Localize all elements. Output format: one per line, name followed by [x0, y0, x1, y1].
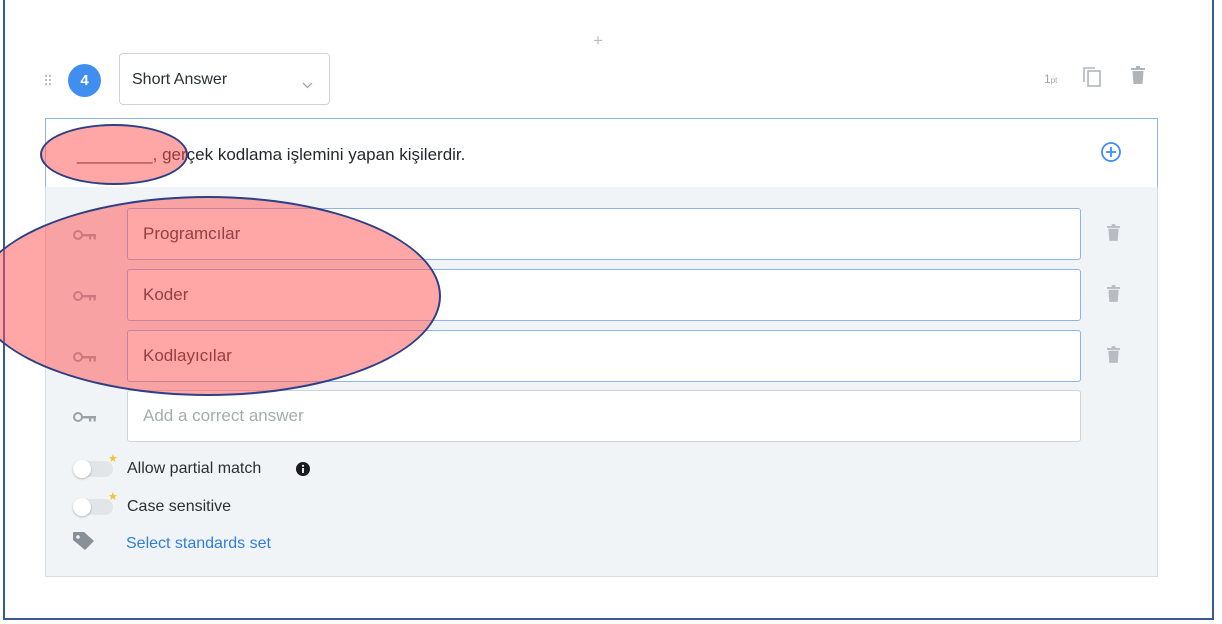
answer-input[interactable] [127, 269, 1081, 321]
copy-icon[interactable] [1082, 66, 1102, 93]
answer-input[interactable] [127, 208, 1081, 260]
case-sensitive-option: ★ Case sensitive [73, 492, 293, 517]
drag-handle-icon[interactable] [44, 74, 52, 86]
case-sensitive-toggle[interactable]: ★ [73, 492, 118, 516]
star-icon: ★ [108, 491, 118, 503]
partial-match-toggle[interactable]: ★ [73, 454, 118, 478]
trash-icon[interactable] [1107, 346, 1120, 368]
new-answer-row [46, 390, 1159, 442]
case-sensitive-label: Case sensitive [127, 498, 232, 515]
answer-row [46, 208, 1159, 260]
tag-icon [73, 532, 95, 555]
key-icon [73, 289, 99, 307]
points-unit: pt [1050, 76, 1058, 85]
answer-row [46, 269, 1159, 321]
partial-match-option: ★ Allow partial match [73, 454, 333, 481]
toggle-knob [73, 460, 91, 478]
points-value: 1 [1044, 72, 1051, 86]
question-type-label: Short Answer [132, 71, 228, 88]
question-number-badge: 4 [68, 64, 101, 97]
add-block-plus-icon[interactable]: + [593, 32, 603, 49]
partial-match-label: Allow partial match [127, 460, 262, 477]
key-icon [73, 410, 99, 428]
toggle-knob [73, 498, 91, 516]
question-type-select[interactable]: Short Answer [119, 53, 330, 105]
trash-icon[interactable] [1107, 224, 1120, 246]
question-editor-frame: + 4 Short Answer 1pt ________, gerçek ko… [0, 0, 1214, 620]
star-icon: ★ [108, 453, 118, 465]
question-text: ________, gerçek kodlama işlemini yapan … [77, 145, 466, 164]
answers-panel: ★ Allow partial match ★ Case sensitive [45, 187, 1158, 577]
add-answer-input[interactable] [127, 390, 1081, 442]
key-icon [73, 350, 99, 368]
info-icon[interactable] [296, 462, 310, 481]
answer-input[interactable] [127, 330, 1081, 382]
answer-row [46, 330, 1159, 382]
question-text-field[interactable]: ________, gerçek kodlama işlemini yapan … [45, 118, 1158, 188]
plus-circle-icon[interactable] [1100, 141, 1122, 168]
chevron-down-icon [302, 76, 313, 94]
points-indicator[interactable]: 1pt [1044, 72, 1057, 86]
select-standards-link[interactable]: Select standards set [126, 535, 271, 553]
trash-icon[interactable] [1131, 66, 1145, 89]
key-icon [73, 228, 99, 246]
trash-icon[interactable] [1107, 285, 1120, 307]
